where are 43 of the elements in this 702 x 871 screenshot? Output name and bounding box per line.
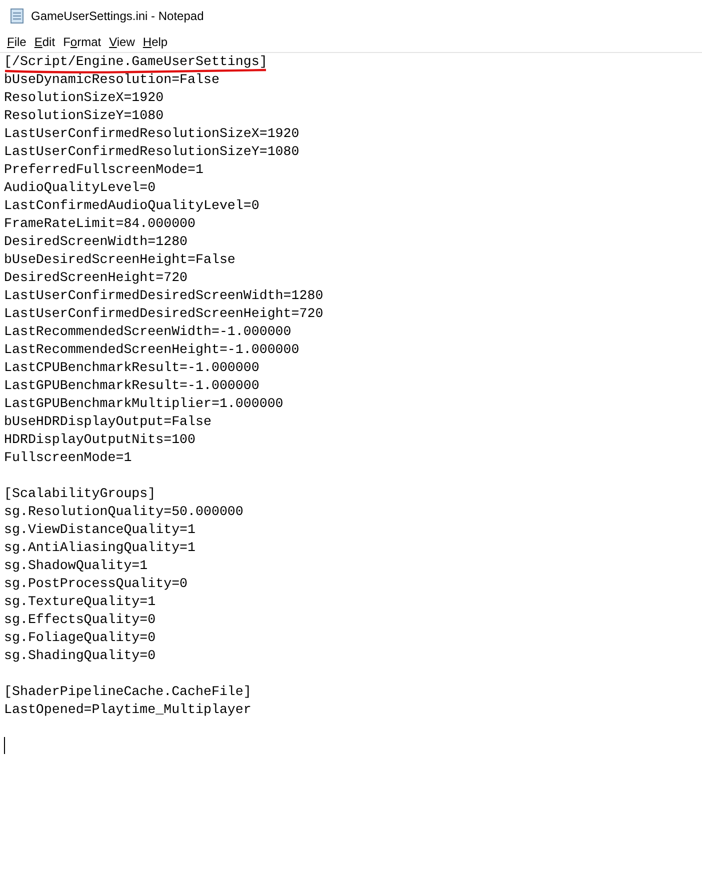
setting-line: LastRecommendedScreenHeight=-1.000000: [4, 341, 300, 359]
setting-line: DesiredScreenWidth=1280: [4, 233, 188, 251]
setting-line: bUseDynamicResolution=False: [4, 71, 220, 89]
setting-line: LastUserConfirmedResolutionSizeY=1080: [4, 143, 300, 161]
setting-line: LastGPUBenchmarkResult=-1.000000: [4, 377, 260, 395]
setting-line: LastGPUBenchmarkMultiplier=1.000000: [4, 395, 284, 413]
setting-line: sg.ShadingQuality=0: [4, 647, 156, 665]
menu-item[interactable]: File: [3, 33, 30, 51]
menu-item[interactable]: Format: [59, 33, 106, 51]
menu-item[interactable]: Edit: [30, 33, 60, 51]
window-title: GameUserSettings.ini - Notepad: [31, 8, 204, 25]
menu-item[interactable]: Help: [138, 33, 172, 51]
setting-line: bUseDesiredScreenHeight=False: [4, 251, 236, 269]
setting-line: LastUserConfirmedDesiredScreenWidth=1280: [4, 287, 324, 305]
setting-line: sg.EffectsQuality=0: [4, 611, 156, 629]
setting-line: FrameRateLimit=84.000000: [4, 215, 196, 233]
setting-line: PreferredFullscreenMode=1: [4, 161, 204, 179]
setting-line: bUseHDRDisplayOutput=False: [4, 413, 212, 431]
setting-line: DesiredScreenHeight=720: [4, 269, 188, 287]
setting-line: sg.ViewDistanceQuality=1: [4, 521, 196, 539]
setting-line: LastCPUBenchmarkResult=-1.000000: [4, 359, 260, 377]
setting-line: sg.ShadowQuality=1: [4, 557, 148, 575]
setting-line: LastRecommendedScreenWidth=-1.000000: [4, 323, 292, 341]
setting-line: LastUserConfirmedDesiredScreenHeight=720: [4, 305, 324, 323]
setting-line: LastConfirmedAudioQualityLevel=0: [4, 197, 260, 215]
section-header: [ShaderPipelineCache.CacheFile]: [4, 684, 252, 699]
setting-line: sg.TextureQuality=1: [4, 593, 156, 611]
setting-line: sg.ResolutionQuality=50.000000: [4, 503, 244, 521]
notepad-icon: [10, 8, 24, 24]
setting-line: ResolutionSizeY=1080: [4, 107, 164, 125]
setting-line: AudioQualityLevel=0: [4, 179, 156, 197]
setting-line: LastOpened=Playtime_Multiplayer: [4, 701, 252, 719]
setting-line: sg.PostProcessQuality=0: [4, 575, 188, 593]
section-header: [ScalabilityGroups]: [4, 486, 156, 501]
setting-line: FullscreenMode=1: [4, 449, 132, 467]
section-header: [/Script/Engine.GameUserSettings]: [4, 54, 268, 69]
text-cursor: [4, 737, 5, 754]
setting-line: sg.FoliageQuality=0: [4, 629, 156, 647]
menu-item[interactable]: View: [105, 33, 139, 51]
setting-line: LastUserConfirmedResolutionSizeX=1920: [4, 125, 300, 143]
setting-line: HDRDisplayOutputNits=100: [4, 431, 196, 449]
setting-line: sg.AntiAliasingQuality=1: [4, 539, 196, 557]
setting-line: ResolutionSizeX=1920: [4, 89, 164, 107]
